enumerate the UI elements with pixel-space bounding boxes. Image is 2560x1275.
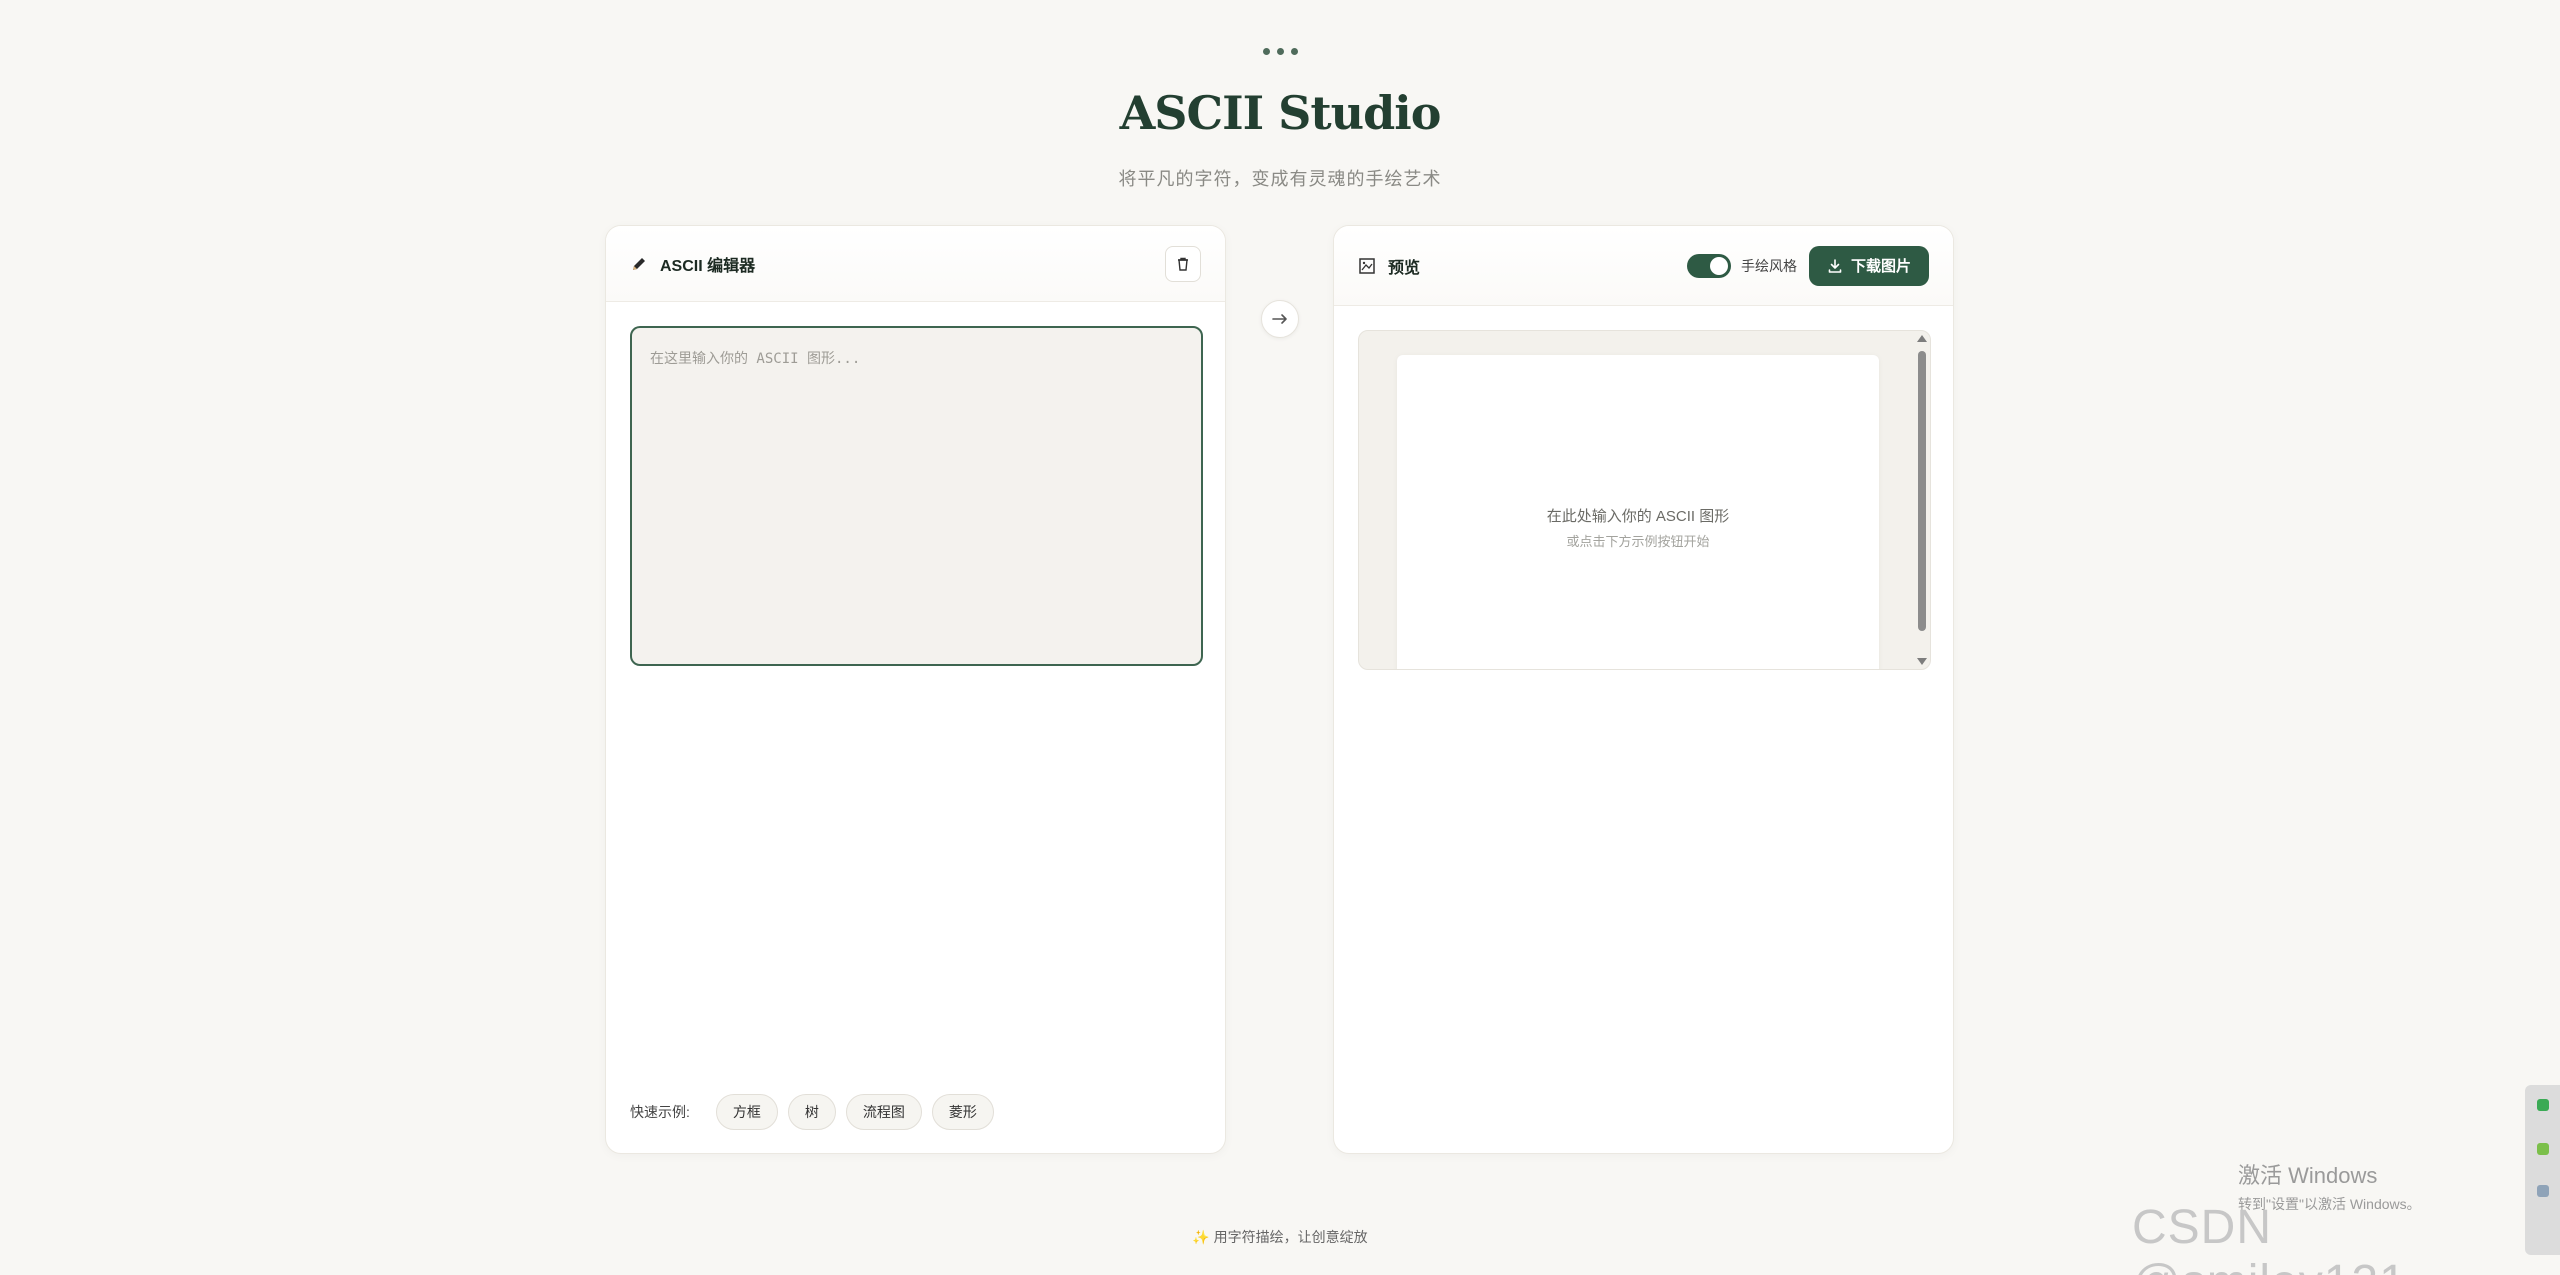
csdn-watermark: CSDN @smiley121 <box>2132 1201 2406 1275</box>
dot-2 <box>1276 48 1284 55</box>
empty-state-title: 在此处输入你的 ASCII 图形 <box>1546 508 1730 525</box>
pencil-icon <box>630 255 648 273</box>
trash-icon <box>1178 257 1188 271</box>
clear-button[interactable] <box>1165 245 1201 282</box>
example-flowchart-button[interactable]: 流程图 <box>845 1094 922 1130</box>
empty-state-hint: 或点击下方示例按钮开始 <box>1566 534 1710 549</box>
window-dots <box>0 48 2560 55</box>
convert-button[interactable] <box>1261 300 1299 338</box>
example-tree-button[interactable]: 树 <box>787 1094 836 1130</box>
system-tray <box>2525 1085 2560 1255</box>
preview-scrollbar[interactable] <box>1914 331 1930 669</box>
sketch-style-control: 手绘风格 <box>1686 253 1797 278</box>
download-label: 下载图片 <box>1850 258 1911 275</box>
dot-1 <box>1262 48 1270 55</box>
sketch-style-toggle[interactable] <box>1686 253 1731 278</box>
download-icon <box>1828 258 1842 273</box>
dot-3 <box>1290 48 1298 55</box>
app-root: ASCII Studio 将平凡的字符，变成有灵魂的手绘艺术 ASCII 编辑器… <box>0 0 2560 1275</box>
scroll-thumb[interactable] <box>1918 351 1926 631</box>
scroll-down-arrow-icon[interactable] <box>1917 658 1927 665</box>
example-box-button[interactable]: 方框 <box>715 1094 778 1130</box>
quick-examples: 快速示例: 方框 树 流程图 菱形 <box>630 1094 994 1130</box>
page-title: ASCII Studio <box>1119 86 1442 140</box>
preview-header: 预览 手绘风格 下载图片 <box>1334 226 1953 306</box>
preview-card: 预览 手绘风格 下载图片 在此处输入你的 ASCII 图形 或点击下方示例按钮开… <box>1333 225 1954 1154</box>
shield-icon[interactable] <box>2537 1099 2549 1111</box>
download-button[interactable]: 下载图片 <box>1808 245 1929 286</box>
image-icon <box>1358 257 1376 275</box>
arrow-right-icon <box>1272 314 1287 324</box>
preview-title: 预览 <box>1388 259 1421 277</box>
examples-label: 快速示例: <box>630 1104 690 1120</box>
sketch-style-label: 手绘风格 <box>1740 257 1797 274</box>
scroll-up-arrow-icon[interactable] <box>1917 335 1927 342</box>
page-subtitle: 将平凡的字符，变成有灵魂的手绘艺术 <box>1118 169 1442 189</box>
network-icon[interactable] <box>2537 1185 2549 1197</box>
editor-title: ASCII 编辑器 <box>660 257 756 275</box>
preview-canvas: 在此处输入你的 ASCII 图形 或点击下方示例按钮开始 <box>1397 355 1879 669</box>
editor-card: ASCII 编辑器 快速示例: 方框 树 流程图 菱形 <box>605 225 1226 1154</box>
activation-title: 激活 Windows <box>2238 1163 2378 1188</box>
example-diamond-button[interactable]: 菱形 <box>931 1094 994 1130</box>
preview-viewport[interactable]: 在此处输入你的 ASCII 图形 或点击下方示例按钮开始 <box>1358 330 1931 670</box>
ascii-input[interactable] <box>630 326 1203 666</box>
editor-header: ASCII 编辑器 <box>606 226 1225 302</box>
battery-icon[interactable] <box>2537 1143 2549 1155</box>
